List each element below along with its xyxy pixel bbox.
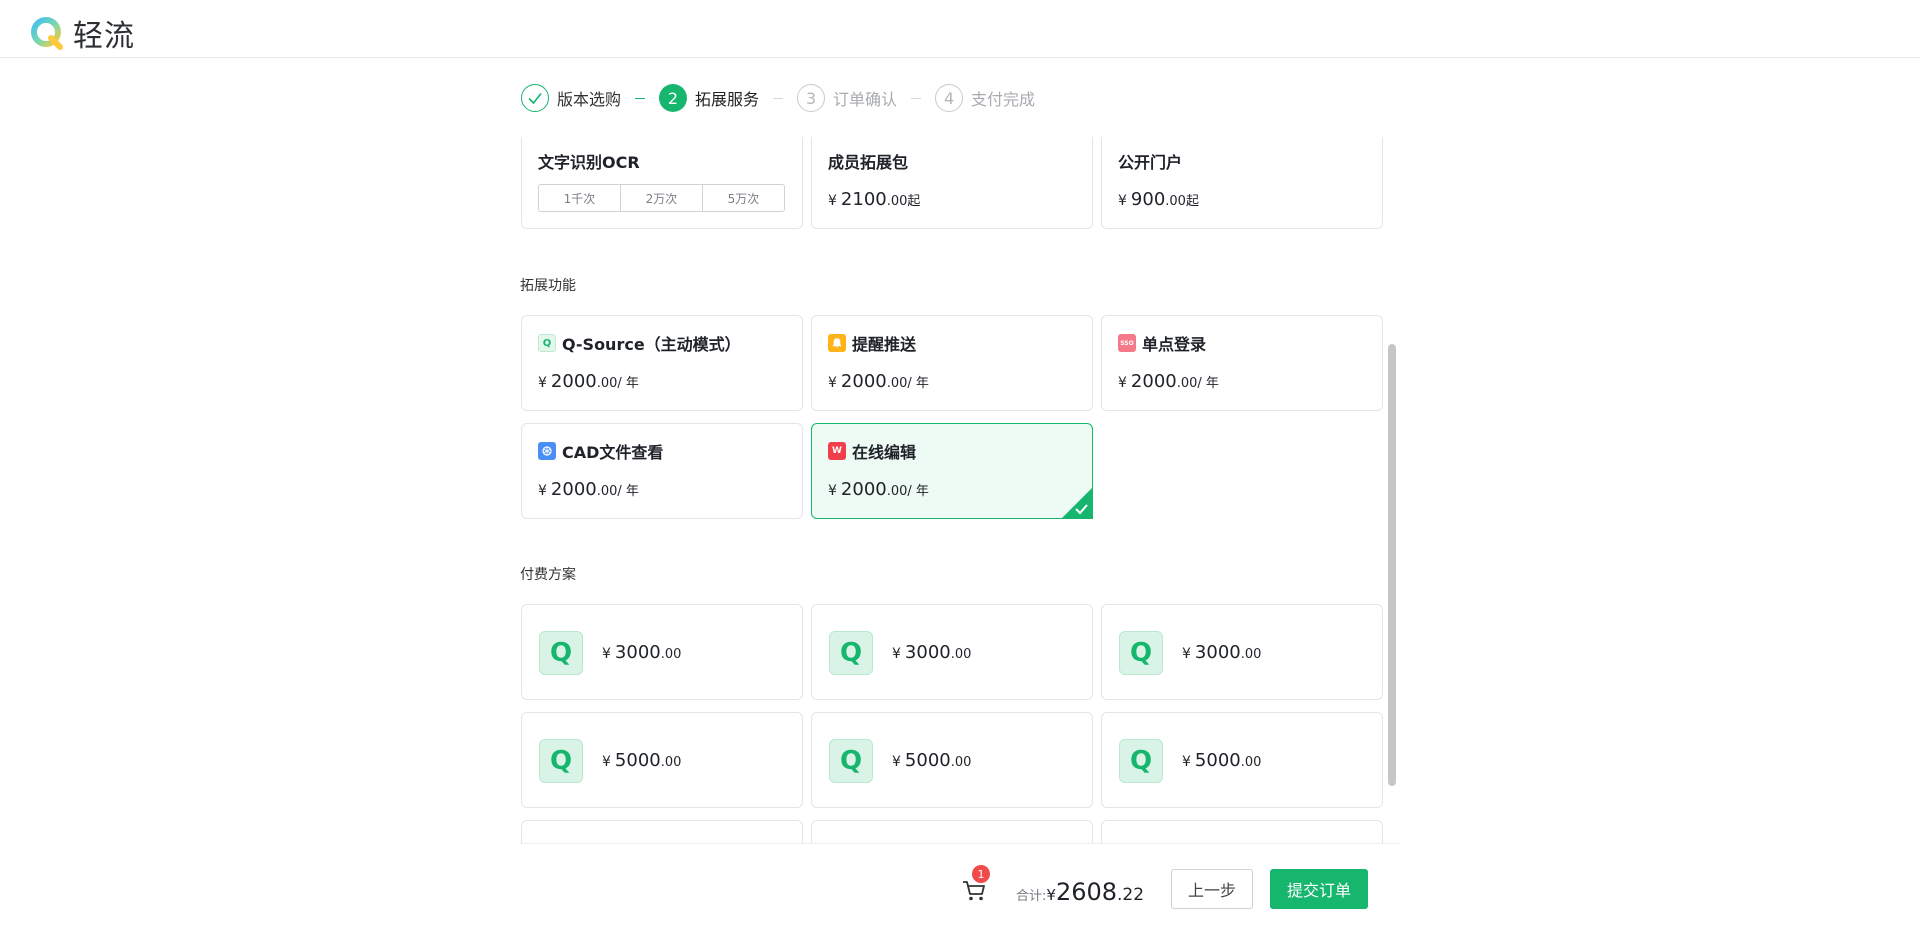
feature-card-sso[interactable]: SSO 单点登录 ¥2000.00/ 年 [1101,315,1383,411]
service-card-ocr[interactable]: 文字识别OCR 1千次 2万次 5万次 [521,137,803,229]
order-total: 合计: ¥ 2608 .22 [1016,878,1144,906]
sso-icon: SSO [1118,334,1136,352]
total-currency: ¥ [1046,886,1056,904]
step-number: 3 [797,84,826,112]
step-label: 拓展服务 [695,90,760,109]
plan-card[interactable]: Q ¥3000.00 [521,604,803,700]
plan-card-partial[interactable] [811,820,1093,843]
card-price: ¥2000.00/ 年 [538,479,639,500]
card-title: 成员拓展包 [828,153,909,172]
ocr-option-20k[interactable]: 2万次 [620,185,702,211]
card-price: ¥2000.00/ 年 [828,371,929,392]
section-title-plans: 付费方案 [520,567,576,583]
plan-logo-icon: Q [1119,739,1163,783]
plan-card[interactable]: Q ¥5000.00 [811,712,1093,808]
total-integer: 2608 [1055,878,1118,906]
brand-name: 轻流 [73,19,135,54]
section-title-features: 拓展功能 [520,278,576,294]
step-payment-complete: 4 支付完成 [935,84,1035,112]
step-separator [635,97,646,99]
plan-price: ¥5000.00 [1182,750,1262,771]
progress-steps: 版本选购 2 拓展服务 3 订单确认 4 支付完成 [521,83,1035,113]
service-card-member-pack[interactable]: 成员拓展包 ¥2100.00起 [811,137,1093,229]
plan-card[interactable]: Q ¥3000.00 [1101,604,1383,700]
card-price: ¥2100.00起 [828,189,921,210]
total-decimal: .22 [1117,885,1145,905]
plan-price: ¥3000.00 [602,642,682,663]
card-title: 公开门户 [1118,153,1183,172]
order-footer: 1 合计: ¥ 2608 .22 上一步 提交订单 [520,843,1400,932]
plan-price: ¥3000.00 [892,642,972,663]
step-separator [773,97,784,99]
feature-card-online-edit[interactable]: W 在线编辑 ¥2000.00/ 年 [811,423,1093,519]
wps-icon: W [828,442,846,460]
plan-card[interactable]: Q ¥5000.00 [1101,712,1383,808]
card-title: 提醒推送 [852,335,917,354]
card-title: 单点登录 [1142,335,1207,354]
card-price: ¥2000.00/ 年 [538,371,639,392]
total-label: 合计: [1016,889,1047,904]
card-title: 文字识别OCR [538,153,640,172]
card-title: CAD文件查看 [562,443,664,462]
ocr-option-50k[interactable]: 5万次 [702,185,784,211]
plan-card-partial[interactable] [521,820,803,843]
service-card-public-portal[interactable]: 公开门户 ¥900.00起 [1101,137,1383,229]
cad-icon [538,442,556,460]
vertical-scrollbar[interactable] [1388,344,1396,786]
ocr-option-1k[interactable]: 1千次 [539,185,620,211]
logo-q-icon [31,17,63,50]
feature-card-cad-viewer[interactable]: CAD文件查看 ¥2000.00/ 年 [521,423,803,519]
plan-price: ¥3000.00 [1182,642,1262,663]
plan-card[interactable]: Q ¥3000.00 [811,604,1093,700]
submit-order-button[interactable]: 提交订单 [1270,869,1368,909]
step-version-purchase[interactable]: 版本选购 [521,84,621,112]
cart-count-badge: 1 [972,865,990,883]
step-label: 版本选购 [557,90,622,109]
bell-icon [828,334,846,352]
plan-logo-icon: Q [829,631,873,675]
card-price: ¥2000.00/ 年 [1118,371,1219,392]
brand-logo[interactable]: 轻流 [31,11,135,55]
services-scroll-area[interactable]: 文字识别OCR 1千次 2万次 5万次 成员拓展包 ¥2100.00起 公开门户… [520,137,1398,843]
selected-check-icon [1061,487,1093,519]
card-price: ¥2000.00/ 年 [828,479,929,500]
plan-logo-icon: Q [1119,631,1163,675]
ocr-quantity-selector: 1千次 2万次 5万次 [538,184,785,212]
card-title: 在线编辑 [852,443,917,462]
step-number: 2 [659,84,688,112]
plan-logo-icon: Q [539,739,583,783]
card-price: ¥900.00起 [1118,189,1199,210]
step-separator [911,97,922,99]
plan-logo-icon: Q [539,631,583,675]
plan-card[interactable]: Q ¥5000.00 [521,712,803,808]
q-source-icon: Q [538,334,556,352]
plan-card-partial[interactable] [1101,820,1383,843]
card-title: Q-Source（主动模式） [562,335,741,354]
feature-card-q-source[interactable]: Q Q-Source（主动模式） ¥2000.00/ 年 [521,315,803,411]
step-number: 4 [935,84,964,112]
previous-step-button[interactable]: 上一步 [1171,869,1253,909]
check-icon [521,84,549,112]
feature-card-reminder-push[interactable]: 提醒推送 ¥2000.00/ 年 [811,315,1093,411]
step-label: 订单确认 [833,90,898,109]
step-order-confirm: 3 订单确认 [797,84,897,112]
top-header: 轻流 [0,0,1920,58]
plan-price: ¥5000.00 [602,750,682,771]
step-label: 支付完成 [971,90,1036,109]
plan-logo-icon: Q [829,739,873,783]
step-extension-services[interactable]: 2 拓展服务 [659,84,759,112]
plan-price: ¥5000.00 [892,750,972,771]
